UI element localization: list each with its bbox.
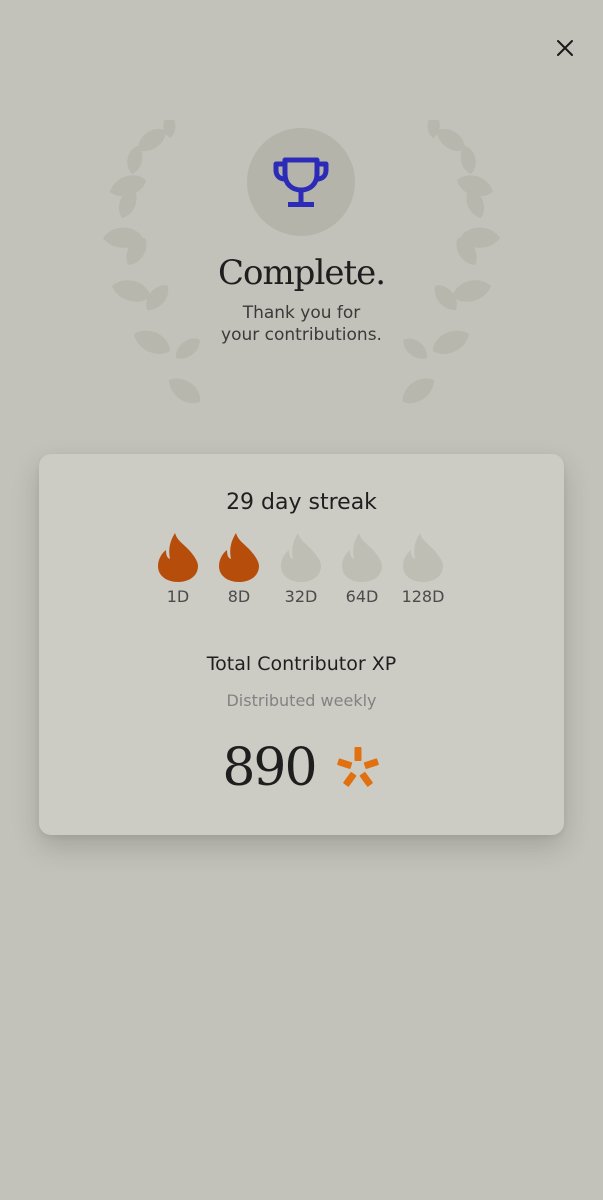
close-button[interactable] [551,34,579,62]
streak-milestone-32d: 32D [271,532,331,608]
close-icon [557,40,573,56]
xp-asterisk-icon [335,745,381,791]
streak-milestone-8d: 8D [209,532,269,608]
streak-milestone-1d: 1D [148,532,208,608]
xp-title: Total Contributor XP [206,653,397,675]
milestone-label: 1D [166,587,190,606]
flame-icon [342,533,382,582]
thank-you-line-1: Thank you for [242,303,361,323]
flame-icon [219,533,259,582]
page-title: Complete. [217,253,386,293]
flame-icon [403,533,443,582]
streak-milestone-64d: 64D [332,532,392,608]
xp-total: 890 [39,736,564,800]
trophy-icon [273,157,329,207]
streak-milestones: 1D 8D 32D 64D 128D [39,532,564,612]
milestone-label: 32D [284,587,318,606]
streak-title: 29 day streak [226,490,377,515]
flame-icon [281,533,321,582]
milestone-label: 64D [345,587,379,606]
xp-value: 890 [222,738,317,798]
flame-icon [158,533,198,582]
summary-card: 29 day streak 1D 8D 32D 64D 128D Total C… [39,454,564,835]
trophy-badge [247,128,355,236]
milestone-label: 8D [227,587,251,606]
thank-you-line-2: your contributions. [221,325,382,345]
milestone-label: 128D [401,587,445,606]
xp-subtitle: Distributed weekly [226,691,377,710]
streak-milestone-128d: 128D [393,532,453,608]
thank-you-message: Thank you for your contributions. [0,302,603,346]
